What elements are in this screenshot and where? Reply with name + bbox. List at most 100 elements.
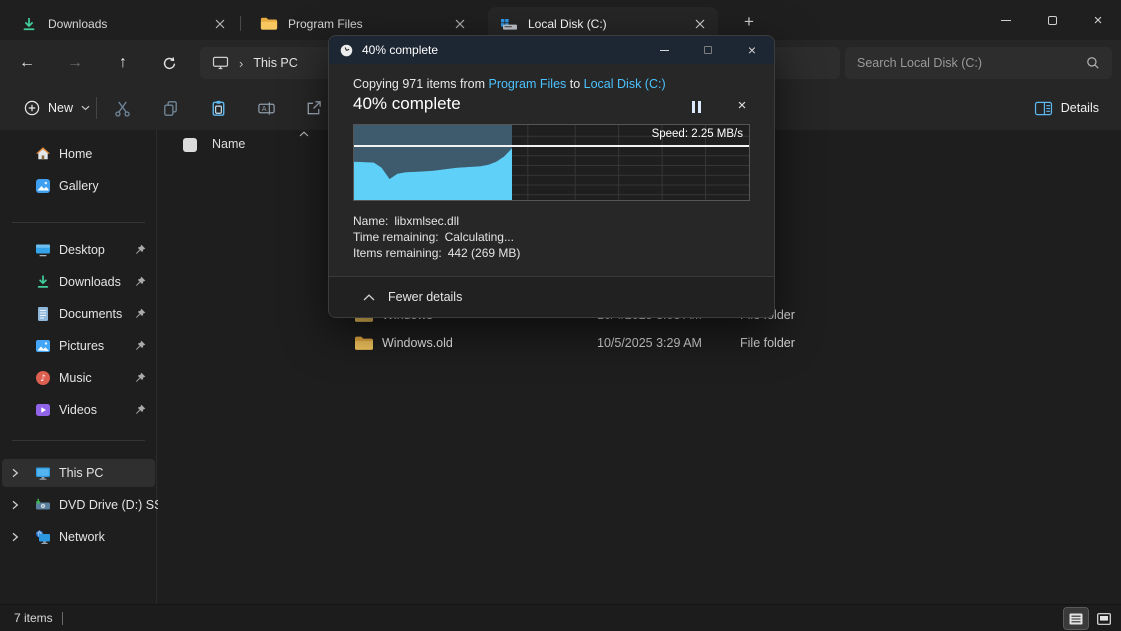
sidebar-item-downloads[interactable]: Downloads bbox=[2, 268, 155, 296]
destination-folder-link[interactable]: Local Disk (C:) bbox=[584, 77, 666, 91]
pin-icon bbox=[135, 244, 146, 255]
sidebar-item-label: Network bbox=[59, 530, 105, 544]
window-maximize-button[interactable] bbox=[1029, 0, 1075, 40]
file-explorer-window: Downloads Program Files Local Disk (C:) bbox=[0, 0, 1121, 631]
sidebar-item-network[interactable]: Network bbox=[2, 523, 155, 551]
details-panel-button[interactable]: Details bbox=[1026, 94, 1107, 122]
rename-icon: A bbox=[257, 99, 276, 118]
sidebar-item-label: Desktop bbox=[59, 243, 105, 257]
copy-description-connector: to bbox=[566, 77, 583, 91]
back-button[interactable]: ← bbox=[10, 47, 44, 79]
sidebar-item-pictures[interactable]: Pictures bbox=[2, 332, 155, 360]
sidebar-item-this-pc[interactable]: This PC bbox=[2, 459, 155, 487]
sidebar-item-label: Home bbox=[59, 147, 92, 161]
dialog-maximize-button[interactable] bbox=[686, 36, 730, 64]
file-row-windows-old[interactable]: Windows.old 10/5/2025 3:29 AM File folde… bbox=[160, 329, 1111, 357]
item-count: 7 items bbox=[14, 611, 53, 625]
cancel-copy-button[interactable]: × bbox=[728, 93, 756, 117]
window-minimize-button[interactable] bbox=[983, 0, 1029, 40]
sidebar-item-label: Downloads bbox=[59, 275, 121, 289]
source-folder-link[interactable]: Program Files bbox=[488, 77, 566, 91]
search-icon bbox=[1086, 56, 1100, 70]
home-icon bbox=[35, 146, 51, 162]
plus-circle-icon bbox=[24, 100, 40, 116]
sidebar-item-videos[interactable]: Videos bbox=[2, 396, 155, 424]
new-button-label: New bbox=[48, 101, 73, 115]
detail-label: Time remaining: bbox=[353, 230, 439, 244]
chevron-right-icon[interactable] bbox=[11, 500, 19, 510]
sidebar-item-label: Videos bbox=[59, 403, 97, 417]
download-icon bbox=[20, 16, 38, 32]
detail-value: Calculating... bbox=[445, 230, 514, 244]
pin-icon bbox=[135, 308, 146, 319]
this-pc-icon bbox=[212, 56, 229, 70]
sidebar-item-documents[interactable]: Documents bbox=[2, 300, 155, 328]
detail-time-line: Time remaining: Calculating... bbox=[353, 229, 520, 245]
up-button[interactable]: ↑ bbox=[106, 47, 140, 79]
sidebar-item-label: Documents bbox=[59, 307, 122, 321]
tab-close-icon[interactable] bbox=[450, 14, 470, 34]
refresh-button[interactable] bbox=[152, 47, 186, 79]
file-date-modified: 10/5/2025 3:29 AM bbox=[597, 336, 702, 350]
window-close-button[interactable]: × bbox=[1075, 0, 1121, 40]
copy-description: Copying 971 items from Program Files to … bbox=[353, 77, 666, 91]
column-header-name[interactable]: Name bbox=[212, 137, 245, 151]
folder-icon bbox=[354, 335, 374, 351]
large-icons-view-button[interactable] bbox=[1092, 608, 1116, 629]
search-box[interactable] bbox=[845, 47, 1112, 79]
sidebar-item-desktop[interactable]: Desktop bbox=[2, 236, 155, 264]
details-panel-label: Details bbox=[1061, 101, 1099, 115]
file-type: File folder bbox=[740, 336, 795, 350]
chevron-right-icon[interactable] bbox=[11, 532, 19, 542]
detail-label: Name: bbox=[353, 214, 388, 228]
close-icon: × bbox=[748, 42, 756, 58]
status-divider bbox=[62, 612, 63, 625]
new-button[interactable]: New bbox=[14, 94, 100, 122]
fewer-details-toggle[interactable]: Fewer details bbox=[329, 276, 774, 317]
pin-icon bbox=[135, 340, 146, 351]
tab-label: Downloads bbox=[48, 17, 107, 31]
pin-icon bbox=[135, 404, 146, 415]
dialog-close-button[interactable]: × bbox=[730, 36, 774, 64]
tab-bar: Downloads Program Files Local Disk (C:) bbox=[0, 0, 1121, 40]
cut-button[interactable] bbox=[106, 93, 138, 123]
sidebar-item-label: Music bbox=[59, 371, 92, 385]
sidebar-item-dvd-drive[interactable]: DVD Drive (D:) SSS_ bbox=[2, 491, 155, 519]
tab-downloads[interactable]: Downloads bbox=[8, 7, 238, 40]
tab-close-icon[interactable] bbox=[210, 14, 230, 34]
sidebar-divider bbox=[12, 440, 145, 441]
forward-button[interactable]: → bbox=[58, 47, 92, 79]
downloads-icon bbox=[35, 274, 51, 290]
large-icons-view-icon bbox=[1097, 613, 1111, 625]
documents-icon bbox=[35, 306, 51, 322]
speed-label: Speed: 2.25 MB/s bbox=[652, 128, 743, 140]
speed-graph: Speed: 2.25 MB/s bbox=[353, 124, 750, 201]
select-all-checkbox[interactable] bbox=[183, 138, 197, 152]
folder-icon bbox=[260, 16, 278, 32]
search-input[interactable] bbox=[857, 56, 1086, 70]
details-view-icon bbox=[1069, 613, 1083, 625]
network-icon bbox=[35, 529, 51, 545]
pause-button[interactable] bbox=[681, 96, 711, 118]
detail-name-line: Name:libxmlsec.dll bbox=[353, 213, 520, 229]
sidebar-item-gallery[interactable]: Gallery bbox=[2, 172, 155, 200]
maximize-icon bbox=[1048, 16, 1057, 25]
rename-button[interactable]: A bbox=[250, 93, 282, 123]
details-view-button[interactable] bbox=[1064, 608, 1088, 629]
paste-button[interactable] bbox=[202, 93, 234, 123]
videos-icon bbox=[35, 402, 51, 418]
refresh-icon bbox=[162, 56, 177, 71]
minimize-icon bbox=[660, 50, 669, 51]
detail-label: Items remaining: bbox=[353, 246, 442, 260]
tab-close-icon[interactable] bbox=[690, 14, 710, 34]
share-button[interactable] bbox=[297, 93, 329, 123]
dialog-minimize-button[interactable] bbox=[642, 36, 686, 64]
breadcrumb-this-pc[interactable]: This PC bbox=[253, 56, 297, 70]
drive-icon bbox=[500, 16, 518, 32]
copy-button[interactable] bbox=[154, 93, 186, 123]
chevron-right-icon[interactable] bbox=[11, 468, 19, 478]
sidebar-item-music[interactable]: ♪ Music bbox=[2, 364, 155, 392]
new-tab-button[interactable]: + bbox=[735, 9, 763, 35]
sort-ascending-icon[interactable] bbox=[299, 131, 309, 137]
sidebar-item-home[interactable]: Home bbox=[2, 140, 155, 168]
